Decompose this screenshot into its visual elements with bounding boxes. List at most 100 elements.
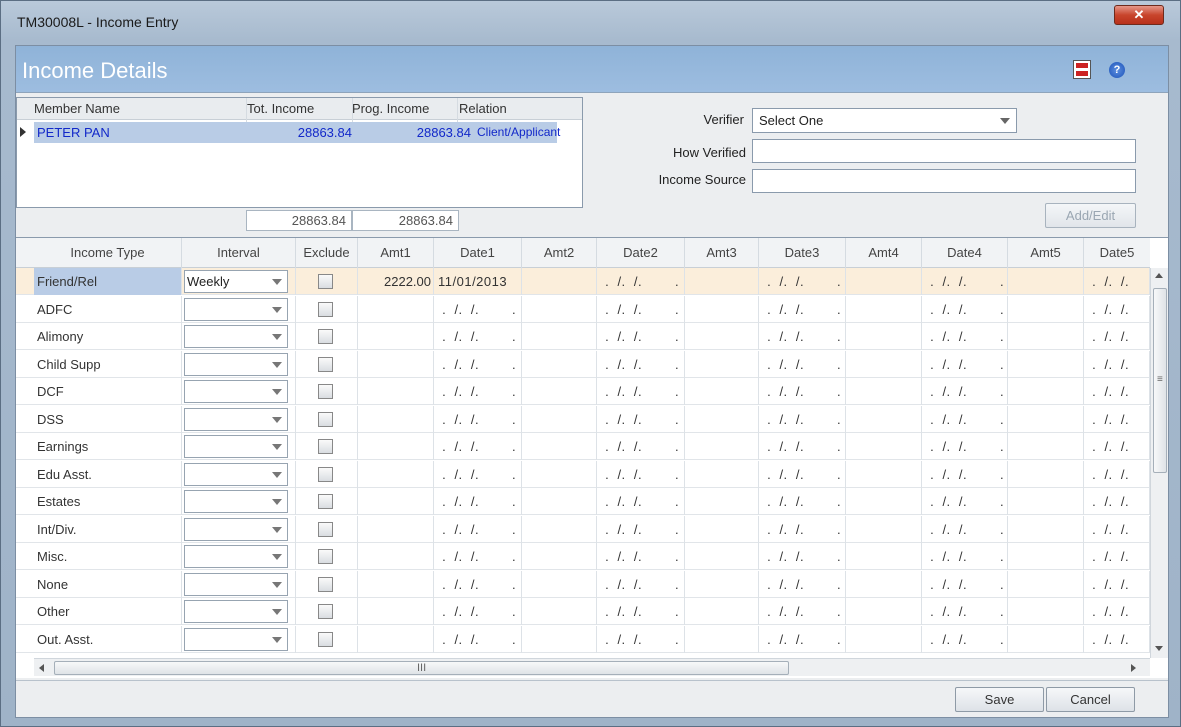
amt2-cell[interactable] bbox=[522, 268, 597, 295]
date5-cell[interactable]: . /. /. . bbox=[1084, 268, 1150, 295]
amt1-cell[interactable] bbox=[358, 323, 434, 350]
date5-cell[interactable]: . /. /. . bbox=[1084, 570, 1150, 598]
amt5-cell[interactable] bbox=[1008, 378, 1084, 405]
date4-cell[interactable]: . /. /. . bbox=[922, 570, 1008, 598]
interval-cell[interactable] bbox=[182, 460, 296, 488]
cancel-button[interactable]: Cancel bbox=[1046, 687, 1135, 712]
interval-select[interactable] bbox=[184, 517, 288, 541]
interval-cell[interactable] bbox=[182, 598, 296, 625]
amt2-cell[interactable] bbox=[522, 543, 597, 570]
amt5-cell[interactable] bbox=[1008, 323, 1084, 350]
date2-cell[interactable]: . /. /. . bbox=[597, 433, 685, 460]
amt4-cell[interactable] bbox=[846, 543, 922, 570]
date5-cell[interactable]: . /. /. . bbox=[1084, 323, 1150, 350]
exclude-cell[interactable] bbox=[296, 405, 358, 433]
exclude-checkbox[interactable] bbox=[318, 494, 333, 509]
date2-cell[interactable]: . /. /. . bbox=[597, 350, 685, 378]
exclude-checkbox[interactable] bbox=[318, 356, 333, 372]
date3-cell[interactable]: . /. /. . bbox=[759, 570, 846, 598]
column-header-date2[interactable]: Date2 bbox=[597, 238, 685, 268]
amt1-cell[interactable] bbox=[358, 488, 434, 515]
amt1-cell[interactable]: 2222.00 bbox=[358, 268, 434, 295]
amt1-cell[interactable] bbox=[358, 515, 434, 543]
interval-cell[interactable]: Weekly bbox=[182, 268, 296, 295]
amt3-cell[interactable] bbox=[685, 350, 759, 378]
amt4-cell[interactable] bbox=[846, 488, 922, 515]
date4-cell[interactable]: . /. /. . bbox=[922, 378, 1008, 405]
amt1-cell[interactable] bbox=[358, 350, 434, 378]
interval-cell[interactable] bbox=[182, 488, 296, 515]
income-row[interactable]: Alimony . /. /. . . /. /. . . /. /. . . … bbox=[16, 323, 1150, 350]
date4-cell[interactable]: . /. /. . bbox=[922, 488, 1008, 515]
column-header-amt5[interactable]: Amt5 bbox=[1008, 238, 1084, 268]
date3-cell[interactable]: . /. /. . bbox=[759, 268, 846, 295]
amt3-cell[interactable] bbox=[685, 460, 759, 488]
exclude-cell[interactable] bbox=[296, 350, 358, 378]
column-header-date4[interactable]: Date4 bbox=[922, 238, 1008, 268]
exclude-checkbox[interactable] bbox=[318, 631, 333, 647]
date3-cell[interactable]: . /. /. . bbox=[759, 543, 846, 570]
income-row[interactable]: None . /. /. . . /. /. . . /. /. . . /. … bbox=[16, 570, 1150, 598]
date3-cell[interactable]: . /. /. . bbox=[759, 295, 846, 323]
interval-cell[interactable] bbox=[182, 625, 296, 653]
amt3-cell[interactable] bbox=[685, 515, 759, 543]
date2-cell[interactable]: . /. /. . bbox=[597, 515, 685, 543]
horizontal-scrollbar[interactable]: III bbox=[34, 658, 1150, 676]
date4-cell[interactable]: . /. /. . bbox=[922, 323, 1008, 350]
scroll-up-icon[interactable] bbox=[1155, 273, 1163, 278]
date2-cell[interactable]: . /. /. . bbox=[597, 378, 685, 405]
amt2-cell[interactable] bbox=[522, 323, 597, 350]
date2-cell[interactable]: . /. /. . bbox=[597, 598, 685, 625]
interval-select[interactable] bbox=[184, 490, 288, 513]
column-header-amt4[interactable]: Amt4 bbox=[846, 238, 922, 268]
date4-cell[interactable]: . /. /. . bbox=[922, 460, 1008, 488]
interval-cell[interactable] bbox=[182, 433, 296, 460]
scroll-left-icon[interactable] bbox=[39, 664, 44, 672]
date2-cell[interactable]: . /. /. . bbox=[597, 625, 685, 653]
exclude-checkbox[interactable] bbox=[318, 549, 333, 564]
column-header-date1[interactable]: Date1 bbox=[434, 238, 522, 268]
date3-cell[interactable]: . /. /. . bbox=[759, 515, 846, 543]
column-header-relation[interactable]: Relation bbox=[459, 101, 507, 116]
column-header-prog-income[interactable]: Prog. Income bbox=[352, 101, 429, 116]
income-row[interactable]: Int/Div. . /. /. . . /. /. . . /. /. . .… bbox=[16, 515, 1150, 543]
interval-select[interactable]: Weekly bbox=[184, 270, 288, 293]
exclude-checkbox[interactable] bbox=[318, 604, 333, 619]
amt4-cell[interactable] bbox=[846, 570, 922, 598]
income-row[interactable]: ADFC . /. /. . . /. /. . . /. /. . . /. … bbox=[16, 295, 1150, 323]
scroll-down-icon[interactable] bbox=[1155, 646, 1163, 651]
member-row[interactable]: PETER PAN 28863.84 28863.84 Client/Appli… bbox=[34, 122, 560, 143]
exclude-checkbox[interactable] bbox=[318, 411, 333, 427]
income-row[interactable]: Estates . /. /. . . /. /. . . /. /. . . … bbox=[16, 488, 1150, 515]
amt3-cell[interactable] bbox=[685, 598, 759, 625]
date1-cell[interactable]: . /. /. . bbox=[434, 295, 522, 323]
exclude-cell[interactable] bbox=[296, 323, 358, 350]
date1-cell[interactable]: . /. /. . bbox=[434, 378, 522, 405]
date1-cell[interactable]: . /. /. . bbox=[434, 433, 522, 460]
interval-cell[interactable] bbox=[182, 378, 296, 405]
amt1-cell[interactable] bbox=[358, 460, 434, 488]
date1-cell[interactable]: . /. /. . bbox=[434, 323, 522, 350]
interval-cell[interactable] bbox=[182, 515, 296, 543]
column-header-amt1[interactable]: Amt1 bbox=[358, 238, 434, 268]
vertical-scroll-thumb[interactable]: ≡ bbox=[1153, 288, 1167, 473]
date5-cell[interactable]: . /. /. . bbox=[1084, 378, 1150, 405]
amt4-cell[interactable] bbox=[846, 625, 922, 653]
exclude-cell[interactable] bbox=[296, 625, 358, 653]
amt5-cell[interactable] bbox=[1008, 625, 1084, 653]
date3-cell[interactable]: . /. /. . bbox=[759, 323, 846, 350]
income-row[interactable]: Friend/Rel Weekly 2222.00 11/01/2013 . /. /… bbox=[16, 268, 1150, 295]
exclude-cell[interactable] bbox=[296, 598, 358, 625]
date4-cell[interactable]: . /. /. . bbox=[922, 543, 1008, 570]
amt4-cell[interactable] bbox=[846, 295, 922, 323]
amt4-cell[interactable] bbox=[846, 268, 922, 295]
column-header-exclude[interactable]: Exclude bbox=[296, 238, 358, 268]
interval-select[interactable] bbox=[184, 627, 288, 651]
income-row[interactable]: Earnings . /. /. . . /. /. . . /. /. . .… bbox=[16, 433, 1150, 460]
amt2-cell[interactable] bbox=[522, 625, 597, 653]
date3-cell[interactable]: . /. /. . bbox=[759, 460, 846, 488]
amt5-cell[interactable] bbox=[1008, 460, 1084, 488]
verifier-select[interactable]: Select One bbox=[752, 108, 1017, 133]
amt1-cell[interactable] bbox=[358, 433, 434, 460]
date1-cell[interactable]: . /. /. . bbox=[434, 543, 522, 570]
